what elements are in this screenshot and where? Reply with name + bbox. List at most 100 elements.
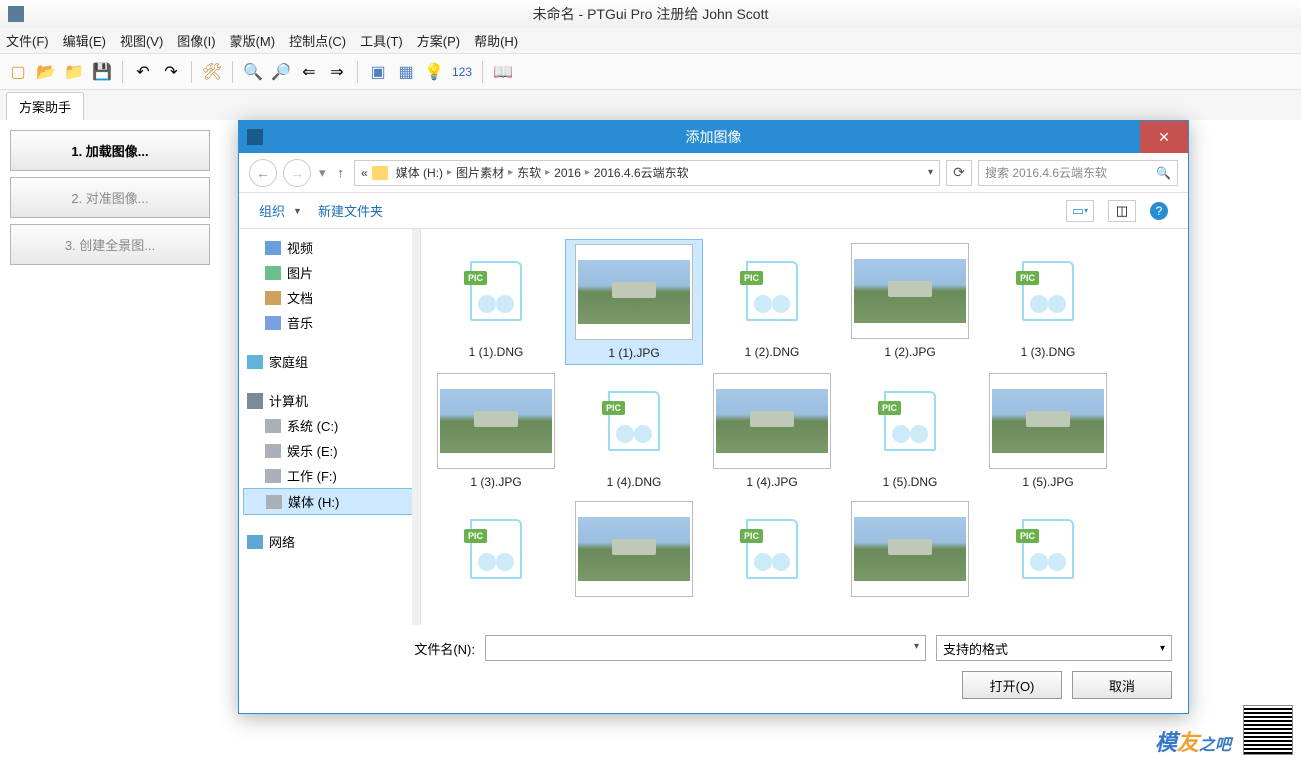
search-input[interactable]: 搜索 2016.4.6云端东软 🔍 (978, 160, 1178, 186)
book-icon[interactable]: 📖 (491, 60, 515, 84)
menu-mask[interactable]: 蒙版(M) (230, 31, 276, 50)
file-item[interactable]: PIC (979, 497, 1117, 607)
format-select[interactable]: 支持的格式▾ (936, 635, 1172, 661)
file-item[interactable]: PIC (427, 497, 565, 607)
file-item[interactable] (841, 497, 979, 607)
file-item[interactable]: PIC1 (1).DNG (427, 239, 565, 365)
close-icon[interactable]: ✕ (1140, 121, 1188, 153)
wizard-load-images[interactable]: 1. 加载图像... (10, 130, 210, 171)
crumb-folder4[interactable]: 2016 (554, 166, 581, 180)
menubar: 文件(F) 编辑(E) 视图(V) 图像(I) 蒙版(M) 控制点(C) 工具(… (0, 28, 1301, 54)
tree-label: 家庭组 (269, 352, 308, 371)
tree-drive-e[interactable]: 娱乐 (E:) (243, 438, 416, 463)
jpg-thumbnail (575, 501, 693, 597)
crumb-folder2[interactable]: 图片素材 (456, 164, 504, 181)
file-item[interactable] (565, 497, 703, 607)
tree-drive-c[interactable]: 系统 (C:) (243, 413, 416, 438)
refresh-icon[interactable]: ⟳ (946, 160, 972, 186)
crumb-drive[interactable]: 媒体 (H:) (396, 164, 443, 181)
undo-icon[interactable]: ↶ (131, 60, 155, 84)
tree-homegroup[interactable]: 家庭组 (243, 349, 416, 374)
crumb-folder3[interactable]: 东软 (517, 164, 541, 181)
file-item[interactable]: 1 (2).JPG (841, 239, 979, 365)
number-icon[interactable]: 123 (450, 60, 474, 84)
open-icon[interactable]: 📂 (34, 60, 58, 84)
tree-documents[interactable]: 文档 (243, 285, 416, 310)
wizard-create-panorama[interactable]: 3. 创建全景图... (10, 224, 210, 265)
watermark-logo: 模友之吧 (1155, 725, 1231, 757)
next-icon[interactable]: ⇒ (325, 60, 349, 84)
menu-tools[interactable]: 工具(T) (360, 31, 403, 50)
help-icon[interactable]: ? (1150, 202, 1168, 220)
window-icon[interactable]: ▣ (366, 60, 390, 84)
jpg-thumbnail (851, 243, 969, 339)
window-title: 未命名 - PTGui Pro 注册给 John Scott (533, 4, 769, 24)
zoomout-icon[interactable]: 🔎 (269, 60, 293, 84)
breadcrumb[interactable]: « 媒体 (H:)▸ 图片素材▸ 东软▸ 2016▸ 2016.4.6云端东软 … (354, 160, 940, 186)
tree-network[interactable]: 网络 (243, 529, 416, 554)
zoomin-icon[interactable]: 🔍 (241, 60, 265, 84)
new-icon[interactable]: ▢ (6, 60, 30, 84)
tools-icon[interactable]: 🛠 (200, 60, 224, 84)
crumb-folder5[interactable]: 2016.4.6云端东软 (594, 164, 689, 181)
menu-help[interactable]: 帮助(H) (474, 31, 518, 50)
dropdown-icon[interactable]: ▼ (293, 206, 302, 216)
separator (482, 61, 483, 83)
file-item[interactable]: 1 (1).JPG (565, 239, 703, 365)
file-item[interactable]: PIC (703, 497, 841, 607)
bulb-icon[interactable]: 💡 (422, 60, 446, 84)
file-item[interactable]: 1 (5).JPG (979, 369, 1117, 493)
file-item[interactable]: 1 (3).JPG (427, 369, 565, 493)
nav-up-icon[interactable]: ↑ (334, 165, 349, 180)
tree-label: 工作 (F:) (287, 466, 337, 485)
wizard-align-images[interactable]: 2. 对准图像... (10, 177, 210, 218)
menu-edit[interactable]: 编辑(E) (63, 31, 106, 50)
tree-computer[interactable]: 计算机 (243, 388, 416, 413)
dng-thumbnail: PIC (575, 373, 693, 469)
music-icon (265, 316, 281, 330)
drive-icon (266, 495, 282, 509)
crumb-dropdown-icon[interactable]: ▾ (928, 167, 933, 178)
tab-wizard[interactable]: 方案助手 (6, 92, 84, 120)
file-item[interactable]: PIC1 (5).DNG (841, 369, 979, 493)
drive-icon (265, 419, 281, 433)
format-label: 支持的格式 (943, 639, 1008, 658)
table-icon[interactable]: ▦ (394, 60, 418, 84)
file-name: 1 (5).JPG (1022, 475, 1073, 489)
tree-pictures[interactable]: 图片 (243, 260, 416, 285)
cancel-button[interactable]: 取消 (1072, 671, 1172, 699)
save-icon[interactable]: 💾 (90, 60, 114, 84)
file-item[interactable]: 1 (4).JPG (703, 369, 841, 493)
jpg-thumbnail (575, 244, 693, 340)
menu-view[interactable]: 视图(V) (120, 31, 163, 50)
preview-pane-icon[interactable]: ◫ (1108, 200, 1136, 222)
menu-image[interactable]: 图像(I) (177, 31, 215, 50)
tree-label: 网络 (269, 532, 295, 551)
open2-icon[interactable]: 📁 (62, 60, 86, 84)
tree-drive-h[interactable]: 媒体 (H:) (243, 488, 416, 515)
file-item[interactable]: PIC1 (3).DNG (979, 239, 1117, 365)
nav-back-icon[interactable]: ← (249, 159, 277, 187)
nav-forward-icon[interactable]: → (283, 159, 311, 187)
nav-history-dropdown[interactable]: ▾ (317, 165, 328, 181)
search-icon: 🔍 (1156, 166, 1171, 180)
filename-input[interactable]: ▾ (485, 635, 926, 661)
file-item[interactable]: PIC1 (4).DNG (565, 369, 703, 493)
toolbar: ▢ 📂 📁 💾 ↶ ↷ 🛠 🔍 🔎 ⇐ ⇒ ▣ ▦ 💡 123 📖 (0, 54, 1301, 90)
menu-file[interactable]: 文件(F) (6, 31, 49, 50)
prev-icon[interactable]: ⇐ (297, 60, 321, 84)
file-item[interactable]: PIC1 (2).DNG (703, 239, 841, 365)
open-button[interactable]: 打开(O) (962, 671, 1062, 699)
tree-drive-f[interactable]: 工作 (F:) (243, 463, 416, 488)
menu-project[interactable]: 方案(P) (417, 31, 460, 50)
view-mode-icon[interactable]: ▭▾ (1066, 200, 1094, 222)
file-open-dialog: 添加图像 ✕ ← → ▾ ↑ « 媒体 (H:)▸ 图片素材▸ 东软▸ 2016… (238, 120, 1189, 714)
redo-icon[interactable]: ↷ (159, 60, 183, 84)
menu-controlpoints[interactable]: 控制点(C) (289, 31, 346, 50)
folder-tree: 视频 图片 文档 音乐 家庭组 计算机 系统 (C:) 娱乐 (E:) 工作 (… (239, 229, 421, 625)
tree-videos[interactable]: 视频 (243, 235, 416, 260)
tree-music[interactable]: 音乐 (243, 310, 416, 335)
new-folder-button[interactable]: 新建文件夹 (318, 201, 383, 220)
dng-thumbnail: PIC (437, 243, 555, 339)
organize-button[interactable]: 组织 (259, 201, 285, 220)
